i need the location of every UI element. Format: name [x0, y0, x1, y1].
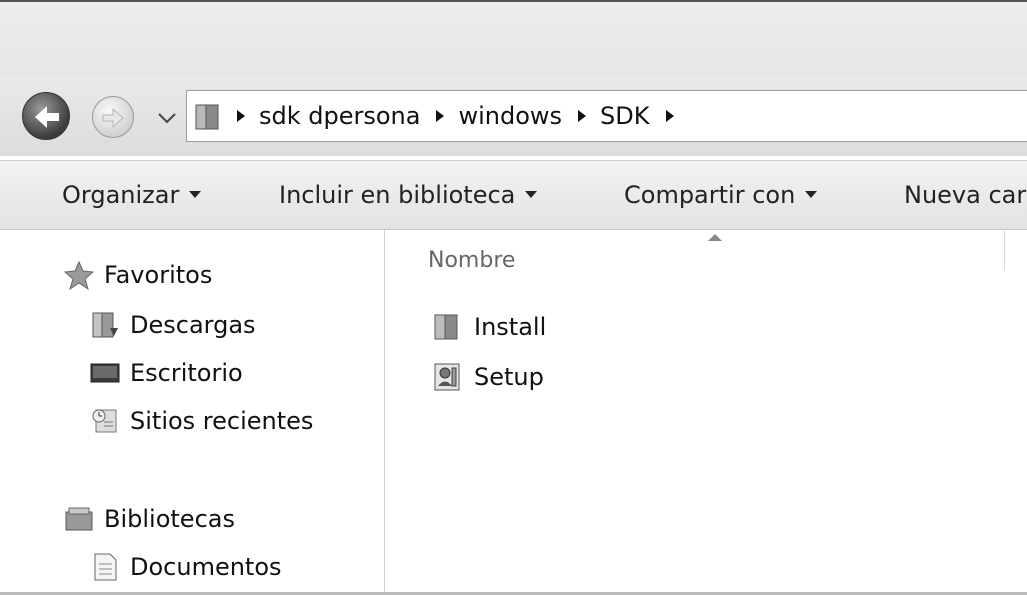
nav-item-recent-places-label: Sitios recientes — [130, 407, 314, 435]
include-in-library-button[interactable]: Incluir en biblioteca — [279, 181, 538, 209]
breadcrumb-sdk-dpersona[interactable]: sdk dpersona — [259, 102, 420, 130]
folder-icon — [432, 312, 462, 342]
downloads-folder-icon — [90, 310, 120, 340]
share-with-button[interactable]: Compartir con — [624, 181, 818, 209]
organize-button[interactable]: Organizar — [62, 181, 202, 209]
nav-libraries-label: Bibliotecas — [104, 505, 235, 533]
breadcrumb-separator-icon[interactable] — [665, 110, 674, 122]
column-header-name[interactable]: Nombre — [428, 248, 515, 273]
breadcrumb-sdk[interactable]: SDK — [600, 102, 649, 130]
command-bar: Organizar Incluir en biblioteca Comparti… — [0, 160, 1027, 230]
documents-icon — [90, 552, 120, 582]
address-bar[interactable]: sdk dpersona windows SDK — [186, 90, 1027, 142]
file-list: Nombre Install Setup — [386, 230, 1027, 595]
recent-places-icon — [90, 406, 120, 436]
nav-item-desktop-label: Escritorio — [130, 359, 243, 387]
forward-button[interactable] — [92, 96, 134, 138]
breadcrumb-separator-icon[interactable] — [578, 110, 587, 122]
back-arrow-icon — [35, 106, 59, 128]
libraries-icon — [64, 504, 94, 534]
nav-item-downloads-label: Descargas — [130, 311, 256, 339]
back-button[interactable] — [22, 92, 70, 140]
organize-label: Organizar — [62, 181, 180, 209]
nav-libraries[interactable]: Bibliotecas — [64, 504, 235, 534]
list-item[interactable]: Setup — [432, 362, 544, 392]
sort-ascending-icon — [708, 234, 722, 241]
share-with-label: Compartir con — [624, 181, 796, 209]
caret-down-icon — [525, 190, 538, 198]
nav-favorites[interactable]: Favoritos — [63, 260, 213, 291]
caret-down-icon — [189, 190, 202, 198]
breadcrumb-separator-icon[interactable] — [436, 110, 445, 122]
chevron-down-icon — [158, 113, 176, 124]
forward-arrow-icon — [102, 107, 124, 129]
breadcrumb-windows[interactable]: windows — [458, 102, 562, 130]
nav-favorites-label: Favoritos — [104, 261, 213, 289]
list-item-name: Install — [474, 313, 547, 341]
nav-item-recent-places[interactable]: Sitios recientes — [90, 406, 313, 436]
include-in-library-label: Incluir en biblioteca — [279, 181, 516, 209]
explorer-window: sdk dpersona windows SDK Organizar Inclu… — [0, 0, 1027, 595]
folder-icon — [195, 104, 219, 130]
list-item-name: Setup — [474, 363, 544, 391]
new-folder-label: Nueva car — [904, 181, 1027, 209]
nav-item-downloads[interactable]: Descargas — [90, 310, 256, 340]
navigation-pane: Favoritos Descargas Escritorio Sitios re… — [0, 230, 385, 595]
title-bar — [0, 0, 1027, 78]
setup-program-icon — [432, 362, 462, 392]
new-folder-button[interactable]: Nueva car — [904, 181, 1026, 209]
recent-locations-button[interactable] — [156, 110, 178, 126]
column-divider[interactable] — [1004, 230, 1005, 270]
breadcrumb: sdk dpersona windows SDK — [237, 91, 688, 141]
nav-item-documents-label: Documentos — [130, 553, 282, 581]
nav-item-documents[interactable]: Documentos — [90, 552, 282, 582]
star-icon — [63, 260, 95, 291]
nav-item-desktop[interactable]: Escritorio — [90, 358, 243, 388]
list-item[interactable]: Install — [432, 312, 546, 342]
breadcrumb-separator-icon[interactable] — [237, 110, 245, 122]
desktop-icon — [90, 358, 120, 388]
caret-down-icon — [805, 190, 818, 198]
